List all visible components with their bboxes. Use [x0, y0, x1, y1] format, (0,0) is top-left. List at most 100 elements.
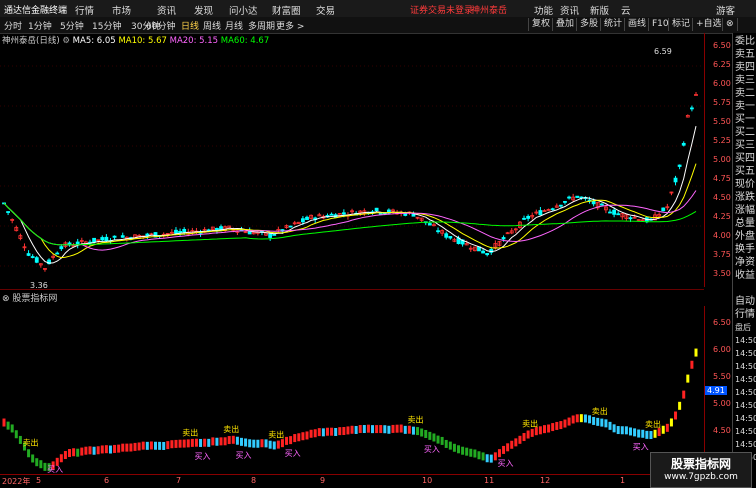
user-guest[interactable]: 游客: [716, 3, 735, 17]
buy-signal: 买入: [47, 465, 63, 474]
side-panel-item[interactable]: 卖四: [735, 61, 755, 74]
side-panel-item[interactable]: 14:50: [735, 360, 756, 373]
indicator-bar: [354, 425, 358, 434]
menu-shichang[interactable]: 市场: [112, 3, 131, 17]
side-panel-item[interactable]: 收益: [735, 269, 755, 282]
side-panel-item[interactable]: 14:50: [735, 438, 756, 451]
indicator-bar: [2, 418, 6, 427]
side-panel-item[interactable]: 14:50: [735, 412, 756, 425]
indicator-bar: [35, 458, 39, 467]
side-panel-item[interactable]: 14:50: [735, 347, 756, 360]
side-panel-item[interactable]: 卖三: [735, 74, 755, 87]
kline-chart[interactable]: 6.59 3.36: [0, 46, 704, 289]
indicator-bar: [207, 438, 211, 447]
indicator-bar: [567, 417, 571, 426]
side-panel-item[interactable]: 买五: [735, 165, 755, 178]
close-icon[interactable]: ⊗: [722, 18, 738, 31]
menu-zixun[interactable]: 资讯: [157, 3, 176, 17]
indicator-bar: [72, 448, 76, 457]
sell-signal: 卖出: [407, 415, 423, 425]
price-tick: 5.50: [713, 117, 731, 126]
stats-button[interactable]: 统计: [600, 18, 625, 31]
candle-body: [59, 246, 64, 250]
tab-fenshi[interactable]: 分时: [4, 19, 22, 32]
side-panel-item[interactable]: 现价: [735, 178, 755, 191]
indicator-bar: [178, 439, 182, 448]
indicator-bar: [317, 428, 321, 437]
gear-icon[interactable]: ⚙: [62, 36, 70, 46]
side-panel-item[interactable]: 盘后: [735, 321, 751, 334]
candle-body: [522, 217, 526, 220]
menu-xinban[interactable]: 新版: [590, 3, 609, 17]
side-panel-item[interactable]: 14:50: [735, 334, 756, 347]
side-panel-item[interactable]: 卖一: [735, 100, 755, 113]
side-panel-item[interactable]: 委比: [735, 35, 755, 48]
tab-60min[interactable]: 60分钟: [146, 19, 175, 32]
indicator-bar: [158, 441, 162, 450]
side-panel-item[interactable]: 买四: [735, 152, 755, 165]
side-panel-item[interactable]: 涨幅: [735, 204, 755, 217]
side-panel-item[interactable]: 行情: [735, 308, 755, 321]
candle-body: [444, 233, 449, 238]
tab-1min[interactable]: 1分钟: [28, 19, 52, 32]
side-panel-item[interactable]: 买三: [735, 139, 755, 152]
tab-weekly[interactable]: 周线: [203, 19, 221, 32]
side-panel-item[interactable]: 涨跌: [735, 191, 755, 204]
indicator-bar: [481, 452, 485, 461]
tab-daily[interactable]: 日线: [181, 19, 199, 32]
menu-gongneng[interactable]: 功能: [534, 3, 553, 17]
multi-stock-button[interactable]: 多股: [576, 18, 601, 31]
period-toolbar: 分时 1分钟 5分钟 15分钟 30分钟 60分钟 日线 周线 月线 多周期 更…: [0, 17, 756, 34]
indicator-bar: [452, 443, 456, 452]
indicator-bar: [63, 451, 67, 460]
side-panel-item[interactable]: 14:50: [735, 399, 756, 412]
menu-caifuquan[interactable]: 财富圈: [272, 3, 301, 17]
buy-signal: 买入: [195, 452, 211, 461]
app-title: 通达信金融终端: [4, 6, 68, 16]
candle-body: [526, 215, 531, 219]
tab-multi-period[interactable]: 多周期: [248, 19, 275, 32]
tab-15min[interactable]: 15分钟: [92, 19, 121, 32]
tab-5min[interactable]: 5分钟: [60, 19, 84, 32]
tab-monthly[interactable]: 月线: [225, 19, 243, 32]
menu-hangqing[interactable]: 行情: [75, 3, 94, 17]
side-panel-item[interactable]: 自动: [735, 295, 755, 308]
indicator-bar: [420, 428, 424, 437]
menu-faxian[interactable]: 发现: [194, 3, 213, 17]
side-panel-item[interactable]: 总量: [735, 217, 755, 230]
side-panel-item[interactable]: 卖二: [735, 87, 755, 100]
side-panel-item[interactable]: 净资: [735, 256, 755, 269]
side-panel-item[interactable]: 14:50: [735, 373, 756, 386]
indicator-bar: [411, 426, 415, 435]
mark-button[interactable]: 标记: [668, 18, 693, 31]
side-panel-item[interactable]: 换手: [735, 243, 755, 256]
side-panel-item[interactable]: 14:50: [735, 425, 756, 438]
side-panel-item[interactable]: 外盘: [735, 230, 755, 243]
indicator-bar: [694, 348, 698, 357]
menu-jiaoyi[interactable]: 交易: [316, 3, 335, 17]
candle-body: [558, 204, 563, 207]
sell-signal: 卖出: [268, 429, 284, 439]
menu-wenxiaoda[interactable]: 问小达: [229, 3, 258, 17]
side-panel-item[interactable]: 买二: [735, 126, 755, 139]
indicator-bar: [219, 437, 223, 446]
login-warning[interactable]: 证券交易未登录: [410, 3, 473, 16]
draw-line-button[interactable]: 画线: [624, 18, 649, 31]
side-panel-item[interactable]: 14:50: [735, 386, 756, 399]
fuquan-button[interactable]: 复权: [528, 18, 553, 31]
overlay-button[interactable]: 叠加: [552, 18, 577, 31]
add-watchlist-button[interactable]: +自选: [692, 18, 725, 31]
buy-signal: 买入: [285, 449, 301, 458]
indicator-chart[interactable]: 买入买入 买入 买入 买入买入买入卖出卖出 卖出卖出卖出 卖出卖出卖出: [0, 304, 704, 474]
side-panel-item[interactable]: 卖五: [735, 48, 755, 61]
indicator-bar: [215, 437, 219, 446]
indicator-bar: [96, 446, 100, 455]
tab-more[interactable]: 更多 >: [276, 19, 304, 32]
sell-signal: 卖出: [223, 424, 239, 434]
menu-zixun-right[interactable]: 资讯: [560, 3, 579, 17]
menu-cloud[interactable]: 云: [621, 3, 631, 17]
indicator-bar: [149, 441, 153, 450]
indicator-tick: 5.50: [713, 372, 731, 381]
side-panel-item[interactable]: 买一: [735, 113, 755, 126]
candle-body: [427, 223, 432, 226]
